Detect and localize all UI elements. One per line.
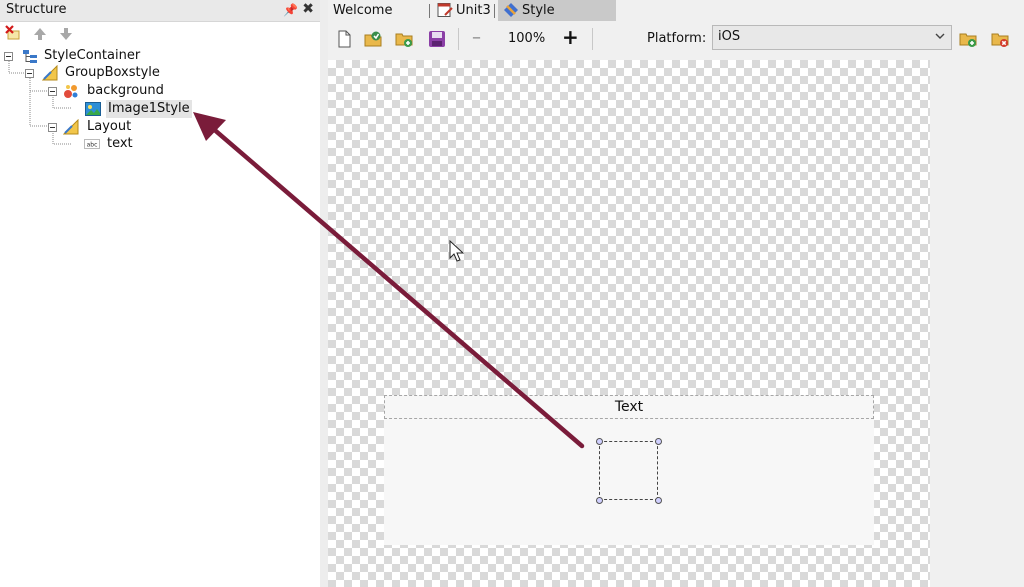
- remove-platform-icon[interactable]: [990, 29, 1010, 49]
- chevron-down-icon[interactable]: [935, 31, 945, 41]
- tree-node-label: text: [107, 136, 133, 151]
- tree-node-groupboxstyle[interactable]: GroupBoxstyle: [25, 64, 225, 82]
- collapse-icon[interactable]: [48, 87, 57, 96]
- close-icon[interactable]: ✖: [302, 1, 314, 17]
- collapse-icon[interactable]: [4, 52, 13, 61]
- platform-value: iOS: [718, 29, 741, 44]
- tree-node-label: StyleContainer: [44, 48, 141, 63]
- toolbar-divider: [592, 28, 593, 50]
- tab-welcome-page[interactable]: Welcome Page: [328, 0, 430, 39]
- resize-handle-top-left[interactable]: [596, 438, 603, 445]
- tab-divider: [494, 4, 495, 18]
- move-down-icon[interactable]: [58, 26, 74, 42]
- layout-icon: [42, 65, 58, 81]
- panel-splitter[interactable]: [320, 0, 328, 587]
- tree-node-text[interactable]: abc text: [68, 135, 268, 153]
- tab-divider: [429, 4, 430, 18]
- add-folder-icon[interactable]: [394, 29, 414, 49]
- tree-node-stylecontainer[interactable]: StyleContainer: [4, 47, 204, 65]
- zoom-level: 100%: [508, 31, 546, 46]
- pin-icon[interactable]: 📌: [283, 3, 298, 17]
- delete-item-icon[interactable]: [5, 25, 21, 41]
- collapse-icon[interactable]: [48, 123, 57, 132]
- new-file-icon[interactable]: [334, 29, 354, 49]
- structure-panel: Structure 📌 ✖ StyleContainer GroupBoxsty…: [0, 0, 320, 587]
- platform-label: Platform:: [647, 31, 707, 46]
- style-container-icon: [23, 50, 37, 63]
- toolbar-divider: [458, 28, 459, 50]
- structure-tree: StyleContainer GroupBoxstyle background: [0, 46, 320, 586]
- open-style-icon[interactable]: [363, 29, 383, 49]
- add-platform-icon[interactable]: [958, 29, 978, 49]
- form-unit-icon: [437, 2, 453, 17]
- tree-node-label: background: [87, 83, 164, 98]
- groupbox-title[interactable]: Text: [384, 395, 874, 419]
- mouse-cursor-icon: [449, 240, 465, 262]
- image1style-placeholder[interactable]: [599, 441, 658, 500]
- style-object-icon: [64, 85, 78, 98]
- move-up-icon[interactable]: [32, 26, 48, 42]
- zoom-out-button[interactable]: –: [472, 27, 481, 48]
- tree-node-layout[interactable]: Layout: [48, 118, 248, 136]
- designer-toolbar: – 100% + Platform: iOS: [328, 22, 1024, 56]
- document-tabs: Welcome Page Unit3 Style Designer: [328, 0, 1024, 39]
- tab-label: Unit3: [456, 3, 491, 18]
- tree-node-label: GroupBoxstyle: [65, 65, 160, 80]
- tree-node-label: Image1Style: [106, 100, 192, 118]
- tree-node-label: Layout: [87, 119, 132, 134]
- canvas-margin: [930, 60, 1024, 587]
- image-icon: [85, 102, 101, 116]
- resize-handle-bottom-left[interactable]: [596, 497, 603, 504]
- style-designer-icon: [504, 2, 518, 17]
- platform-select[interactable]: iOS: [712, 25, 952, 50]
- structure-toolbar: [0, 22, 320, 46]
- zoom-in-button[interactable]: +: [562, 25, 579, 49]
- save-icon[interactable]: [427, 29, 447, 49]
- svg-text:abc: abc: [87, 142, 98, 149]
- layout-icon: [63, 119, 79, 135]
- tree-node-background[interactable]: background: [48, 82, 248, 100]
- resize-handle-bottom-right[interactable]: [655, 497, 662, 504]
- resize-handle-top-right[interactable]: [655, 438, 662, 445]
- structure-panel-header: Structure 📌 ✖: [0, 0, 320, 22]
- text-object-icon: abc: [84, 139, 100, 149]
- collapse-icon[interactable]: [25, 69, 34, 78]
- tab-style-designer[interactable]: Style Designer: [498, 0, 616, 39]
- tab-unit3[interactable]: Unit3: [432, 0, 496, 21]
- tree-node-image1style[interactable]: Image1Style: [68, 100, 268, 118]
- panel-title: Structure: [6, 2, 67, 17]
